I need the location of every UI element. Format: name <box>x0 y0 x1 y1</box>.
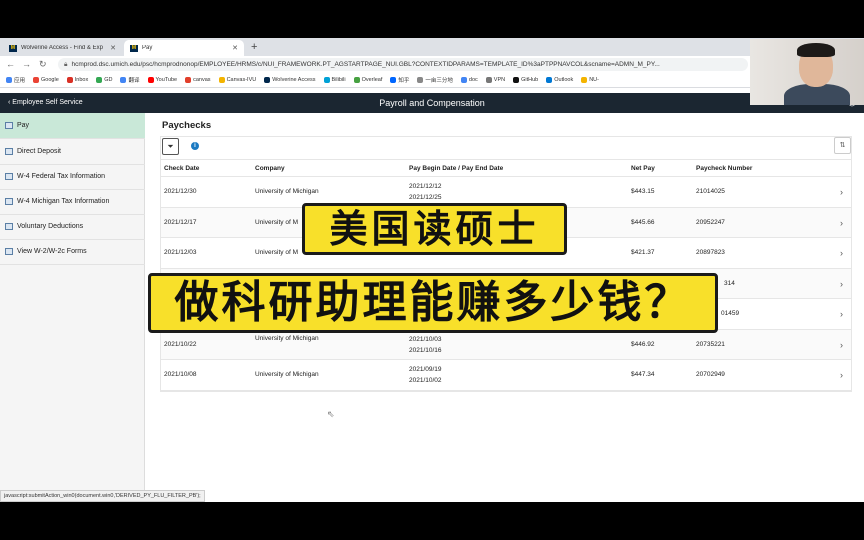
person-hair <box>797 43 835 57</box>
url-input[interactable]: 🔒︎ hcmprod.dsc.umich.edu/psc/hcmprodnonop… <box>58 58 748 71</box>
close-tab-icon[interactable]: ✕ <box>110 44 116 52</box>
filter-icon: ⏷ <box>167 142 174 151</box>
sort-icon: ⇅ <box>839 142 846 149</box>
tax-form-icon <box>5 198 13 205</box>
tab-title: Wolverine Access - Find & Exp <box>21 45 103 51</box>
zhihu-icon <box>390 77 397 83</box>
bookmark-zhihu[interactable]: 知乎 <box>390 76 409 84</box>
app-header: ‹ Employee Self Service Payroll and Comp… <box>0 93 864 113</box>
chevron-right-icon[interactable]: › <box>840 269 843 299</box>
bookmark-nu[interactable]: NU- <box>581 77 599 83</box>
sidebar-item-w2-forms[interactable]: View W-2/W-2c Forms <box>0 239 145 265</box>
table-row[interactable]: 2021/10/08 University of Michigan 2021/0… <box>161 360 851 391</box>
new-tab-button[interactable]: + <box>251 40 257 54</box>
sidebar-item-voluntary-deductions[interactable]: Voluntary Deductions <box>0 214 145 240</box>
outlook-icon <box>546 77 553 83</box>
grid-toolbar: ⏷ i ⇅ <box>160 136 852 159</box>
bookmark-apps[interactable]: 应用 <box>6 76 25 84</box>
sidebar: Pay Direct Deposit W-4 Federal Tax Infor… <box>0 113 145 502</box>
bookmarks-bar: 应用 Google Inbox GD 翻译 YouTube canvas Can… <box>0 73 864 88</box>
page-title: Payroll and Compensation <box>379 98 485 108</box>
chevron-right-icon[interactable]: › <box>840 360 843 390</box>
mouse-cursor-icon: ⇖ <box>327 409 335 419</box>
info-icon[interactable]: i <box>191 142 199 150</box>
translate-icon <box>120 77 127 83</box>
bookmark-wolverine-access[interactable]: Wolverine Access <box>264 77 316 83</box>
col-net-pay[interactable]: Net Pay <box>631 160 655 177</box>
chevron-right-icon[interactable]: › <box>840 208 843 238</box>
back-arrow-icon[interactable]: ← <box>6 58 15 70</box>
sidebar-item-direct-deposit[interactable]: Direct Deposit <box>0 139 145 165</box>
chevron-right-icon[interactable]: › <box>840 238 843 268</box>
bookmark-google[interactable]: Google <box>33 77 59 83</box>
youtube-icon <box>147 77 154 83</box>
table-row[interactable]: 2021/10/22 University of Michigan 2021/1… <box>161 329 851 360</box>
github-icon <box>513 77 520 83</box>
sidebar-item-w4-federal[interactable]: W-4 Federal Tax Information <box>0 164 145 190</box>
canvas-icon <box>218 77 225 83</box>
browser-tab-wolverine-access[interactable]: M Wolverine Access - Find & Exp ✕ <box>3 40 122 56</box>
filter-button[interactable]: ⏷ <box>162 138 179 155</box>
col-check-date[interactable]: Check Date <box>164 160 199 177</box>
overlay-title-line-2: 做科研助理能赚多少钱？ <box>148 273 718 333</box>
vpn-icon <box>485 77 492 83</box>
bookmark-vpn[interactable]: VPN <box>485 77 505 83</box>
bookmark-youtube[interactable]: YouTube <box>147 77 177 83</box>
tax-form-icon <box>5 173 13 180</box>
close-tab-icon[interactable]: ✕ <box>232 44 238 52</box>
direct-deposit-icon <box>5 148 13 155</box>
chevron-right-icon[interactable]: › <box>840 299 843 329</box>
bookmark-github[interactable]: GitHub <box>513 77 538 83</box>
site-icon <box>581 77 588 83</box>
tab-title: Pay <box>142 45 153 51</box>
umich-favicon-icon: M <box>130 44 138 52</box>
site-icon <box>417 77 424 83</box>
chevron-right-icon[interactable]: › <box>840 330 843 360</box>
overlay-title-line-1: 美国读硕士 <box>302 203 567 255</box>
apps-icon <box>6 77 12 83</box>
grid-header: Check Date Company Pay Begin Date / Pay … <box>161 160 851 177</box>
sidebar-item-pay[interactable]: Pay <box>0 113 145 139</box>
col-company[interactable]: Company <box>255 160 285 177</box>
person-body <box>784 84 850 105</box>
bookmark-gd[interactable]: GD <box>96 77 112 83</box>
sidebar-item-w4-michigan[interactable]: W-4 Michigan Tax Information <box>0 189 145 215</box>
bookmark-canvas-ivu[interactable]: Canvas-IVU <box>218 77 256 83</box>
browser-tab-strip: M Wolverine Access - Find & Exp ✕ M Pay … <box>0 38 864 56</box>
bookmark-outlook[interactable]: Outlook <box>546 77 573 83</box>
paychecks-title: Paychecks <box>162 120 212 131</box>
forward-arrow-icon[interactable]: → <box>22 58 31 70</box>
umich-favicon-icon: M <box>9 44 17 52</box>
bookmark-bilibili[interactable]: Bilibili <box>323 77 346 83</box>
umich-icon <box>264 77 271 83</box>
address-bar-row: ← → ↻ 🔒︎ hcmprod.dsc.umich.edu/psc/hcmpro… <box>0 56 864 73</box>
pay-icon <box>5 122 13 129</box>
browser-tab-pay[interactable]: M Pay ✕ <box>124 40 244 56</box>
form-icon <box>5 248 13 255</box>
chevron-right-icon[interactable]: › <box>840 177 843 207</box>
browser-status-bar: javascript:submitAction_win0(document.wi… <box>0 490 205 502</box>
drive-icon <box>96 77 103 83</box>
url-text: hcmprod.dsc.umich.edu/psc/hcmprodnonop/E… <box>71 61 660 68</box>
bookmark-overleaf[interactable]: Overleaf <box>353 77 382 83</box>
lock-icon: 🔒︎ <box>64 61 68 68</box>
google-icon <box>33 77 40 83</box>
deductions-icon <box>5 223 13 230</box>
col-pay-period[interactable]: Pay Begin Date / Pay End Date <box>409 160 503 177</box>
bookmark-1point3acres[interactable]: 一亩三分地 <box>417 76 453 84</box>
overleaf-icon <box>353 77 360 83</box>
bookmark-translate[interactable]: 翻译 <box>120 76 140 84</box>
doc-icon <box>460 77 467 83</box>
canvas-icon <box>185 77 192 83</box>
sort-button[interactable]: ⇅ <box>834 137 851 154</box>
bookmark-canvas[interactable]: canvas <box>185 77 211 83</box>
bookmark-inbox[interactable]: Inbox <box>66 77 88 83</box>
webcam-overlay <box>750 39 864 105</box>
bilibili-icon <box>323 77 330 83</box>
gmail-icon <box>66 77 73 83</box>
reload-icon[interactable]: ↻ <box>39 58 47 70</box>
col-paycheck-number[interactable]: Paycheck Number <box>696 160 752 177</box>
screen-recording-frame: M Wolverine Access - Find & Exp ✕ M Pay … <box>0 38 864 502</box>
bookmark-doc[interactable]: doc <box>460 77 478 83</box>
